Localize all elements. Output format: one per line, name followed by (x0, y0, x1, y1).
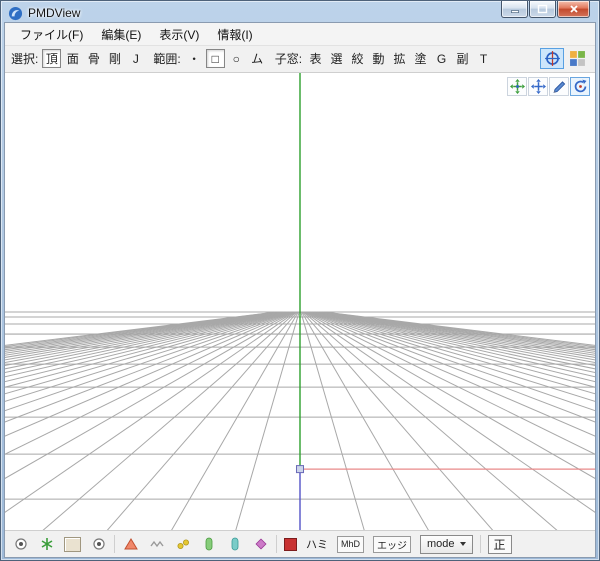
range-mode-circle[interactable]: ○ (227, 49, 246, 68)
divider (114, 535, 115, 554)
select-group-label: 選択: (11, 52, 39, 67)
green-star-icon (41, 538, 52, 551)
range-mode-poly[interactable]: ム (248, 49, 267, 68)
menu-info[interactable]: 情報(I) (208, 23, 261, 46)
subwindow-t[interactable]: T (474, 49, 493, 68)
radio-dot-icon (92, 538, 105, 550)
target-crosshair-button[interactable] (540, 48, 564, 70)
cyan-capsule-icon (231, 537, 238, 551)
divider (479, 535, 481, 554)
subwindow-expand[interactable]: 拡 (390, 49, 409, 68)
minimize-icon (510, 10, 519, 14)
menu-file[interactable]: ファイル(F) (11, 23, 92, 46)
display-toggle-1-button[interactable] (12, 536, 29, 552)
divider (276, 535, 277, 554)
maximize-icon (537, 4, 548, 14)
pmdview-window: PMDView ファイル(F) 編集(E) 表示(V) 情報(I) 選択: 頂 … (0, 0, 600, 561)
subwindow-display[interactable]: 表 (306, 49, 325, 68)
gizmo-group (540, 48, 589, 70)
magenta-diamond-icon (254, 538, 267, 550)
zigzag-icon (149, 540, 164, 548)
subwindow-motion[interactable]: 動 (369, 49, 388, 68)
mhd-toggle-button[interactable]: MhD (337, 535, 365, 553)
select-mode-vertex[interactable]: 頂 (42, 49, 62, 69)
range-mode-rect[interactable]: □ (205, 49, 225, 69)
pen-tool-button[interactable] (549, 76, 569, 96)
display-toggle-4-button[interactable] (90, 536, 107, 552)
viewport-tools (507, 76, 590, 96)
range-group-label: 範囲: (153, 52, 181, 67)
window-title: PMDView (28, 6, 81, 20)
subwindow-paint[interactable]: 塗 (411, 49, 430, 68)
subwindow-g[interactable]: G (432, 49, 451, 68)
3d-viewport[interactable] (5, 72, 595, 532)
red-color-swatch[interactable] (284, 537, 297, 551)
close-icon (569, 5, 578, 13)
app-icon (8, 6, 23, 20)
pen-icon (553, 81, 565, 93)
display-toggle-3-button[interactable] (64, 536, 81, 552)
move-view-button[interactable] (528, 76, 548, 96)
window-controls (500, 1, 590, 18)
menubar: ファイル(F) 編集(E) 表示(V) 情報(I) (5, 23, 595, 46)
chevron-down-icon (459, 542, 466, 547)
quad-view-button[interactable] (565, 48, 589, 69)
display-toggle-6-button[interactable] (148, 536, 165, 552)
display-toggle-2-button[interactable] (38, 536, 55, 552)
range-mode-point[interactable]: ・ (185, 49, 204, 68)
subwindow-group-label: 子窓: (274, 52, 303, 67)
hami-label: ハミ (306, 539, 328, 552)
mode-dropdown-label: mode (427, 538, 455, 551)
bottombar: ハミ MhD エッジ mode 正 (5, 531, 595, 558)
subwindow-filter[interactable]: 絞 (348, 49, 367, 68)
pan-arrows-green-icon (509, 78, 525, 94)
subwindow-select[interactable]: 選 (327, 49, 346, 68)
radio-dot-icon (14, 538, 27, 550)
select-mode-face[interactable]: 面 (63, 49, 82, 68)
display-toggle-9-button[interactable] (226, 536, 243, 552)
minimize-button[interactable] (501, 1, 528, 18)
mode-dropdown[interactable]: mode (420, 534, 473, 554)
menu-view[interactable]: 表示(V) (150, 23, 208, 46)
select-mode-rigid[interactable]: 剛 (105, 49, 124, 68)
rotate-view-button[interactable] (570, 76, 590, 96)
close-button[interactable] (557, 1, 590, 18)
move-arrows-blue-icon (530, 78, 546, 94)
maximize-button[interactable] (529, 1, 556, 18)
pan-view-button[interactable] (507, 76, 527, 96)
select-mode-joint[interactable]: J (126, 49, 145, 68)
red-triangle-icon (123, 538, 138, 550)
edge-toggle-button[interactable]: エッジ (373, 535, 412, 553)
display-toggle-8-button[interactable] (200, 536, 217, 552)
rotate-view-icon (574, 79, 586, 93)
toolbar: 選択: 頂 面 骨 剛 J 範囲: ・ □ ○ ム 子窓: 表 選 絞 動 拡 … (5, 46, 595, 73)
window-content: ファイル(F) 編集(E) 表示(V) 情報(I) 選択: 頂 面 骨 剛 J … (4, 22, 596, 558)
yellow-dots-icon (177, 539, 189, 550)
display-toggle-7-button[interactable] (174, 536, 191, 552)
menu-edit[interactable]: 編集(E) (92, 23, 150, 46)
viewport-grid-canvas (5, 72, 595, 531)
display-toggle-5-button[interactable] (122, 536, 139, 552)
display-toggle-10-button[interactable] (252, 536, 269, 552)
subwindow-sub[interactable]: 副 (453, 49, 472, 68)
quad-view-icon (569, 51, 585, 67)
front-view-button[interactable]: 正 (487, 534, 512, 554)
green-capsule-icon (205, 537, 212, 551)
select-mode-bone[interactable]: 骨 (84, 49, 103, 68)
target-crosshair-icon (544, 51, 560, 67)
